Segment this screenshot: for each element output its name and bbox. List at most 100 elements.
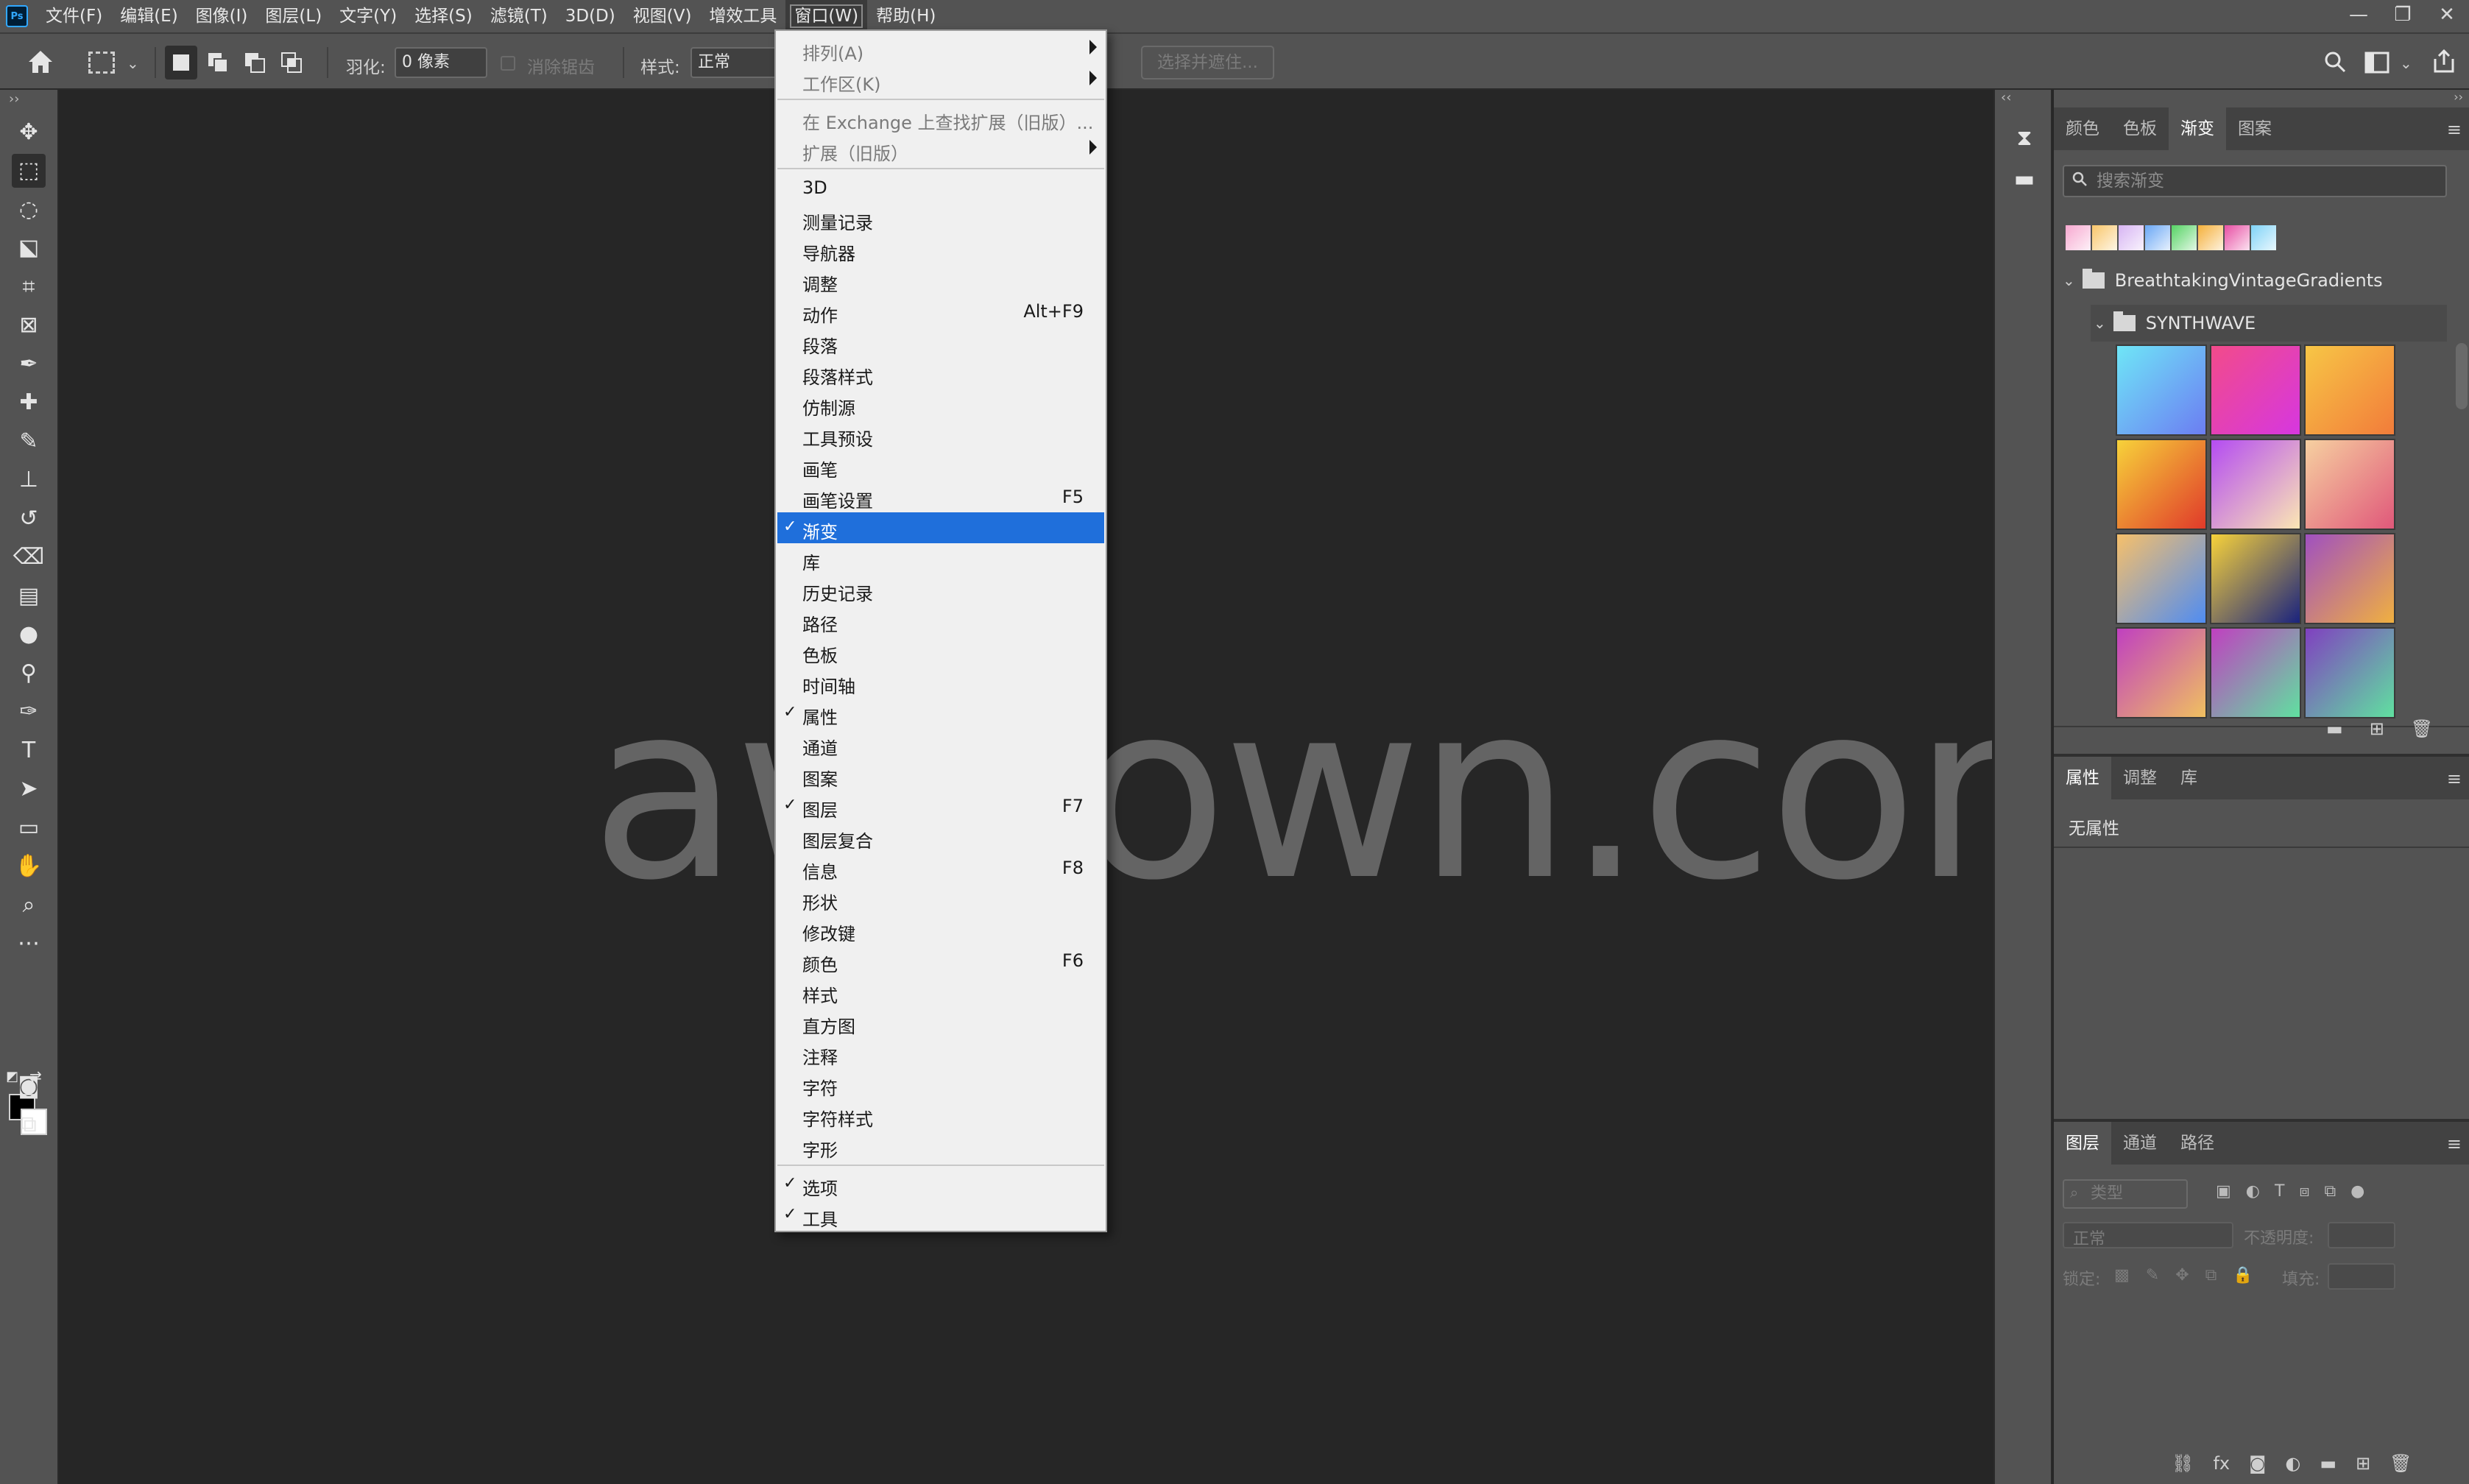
clone-stamp-tool-icon[interactable]: ⊥ [12,463,46,497]
menu-5[interactable]: 选择(S) [406,0,481,32]
window-menu-item[interactable]: 导航器 [777,234,1104,265]
history-panel-icon[interactable]: ⧗ [2010,125,2039,155]
window-menu-item[interactable]: 历史记录 [777,574,1104,605]
gradient-preset[interactable] [2304,439,2395,530]
expand-icon[interactable]: ‹‹ [2001,90,2011,105]
window-menu-item[interactable]: 形状 [777,883,1104,914]
menu-3[interactable]: 图层(L) [256,0,331,32]
scrollbar[interactable] [2456,343,2468,409]
gradient-search-input[interactable]: 搜索渐变 [2063,165,2447,197]
window-menu-item[interactable]: 调整 [777,265,1104,296]
recent-gradient-swatch[interactable] [2251,225,2276,250]
mores-tool-icon[interactable]: ⋯ [12,927,46,961]
window-menu-item[interactable]: 通道 [777,729,1104,760]
window-menu-item[interactable]: 动作 Alt+F9 [777,296,1104,327]
delete-icon[interactable]: 🗑 [2389,1453,2412,1474]
quick-mask-icon[interactable]: ◙ [12,1069,46,1103]
blend-mode-select[interactable]: 正常 [2063,1222,2233,1248]
window-menu-item[interactable]: ✓ 属性 [777,698,1104,729]
chevron-down-icon[interactable]: ⌄ [127,54,139,72]
window-menu-item[interactable]: 路径 [777,605,1104,636]
panel-menu-icon[interactable]: ≡ [2447,1134,2462,1154]
intersect-selection-button[interactable] [275,46,308,80]
panel-menu-icon[interactable]: ≡ [2447,119,2462,140]
share-icon[interactable] [2432,49,2456,74]
new-layer-icon[interactable]: ⊞ [2356,1453,2370,1474]
recent-gradient-swatch[interactable] [2198,225,2223,250]
fill-input[interactable] [2328,1263,2395,1290]
recent-gradient-swatch[interactable] [2092,225,2117,250]
home-icon[interactable] [27,49,54,75]
gradient-preset[interactable] [2210,533,2301,624]
window-menu-item[interactable]: 3D [777,172,1104,203]
move-tool-icon[interactable]: ✥ [12,115,46,149]
window-menu-item[interactable]: 在 Exchange 上查找扩展（旧版）... [777,103,1104,134]
window-menu-item[interactable]: 工具预设 [777,420,1104,451]
zoom-tool-icon[interactable]: ⌕ [12,888,46,922]
minimize-button[interactable]: — [2336,0,2381,32]
menu-1[interactable]: 编辑(E) [111,0,186,32]
recent-gradient-swatch[interactable] [2145,225,2170,250]
window-menu-item[interactable]: 字符 [777,1069,1104,1100]
pixel-filter-icon[interactable]: ▣ [2216,1182,2231,1201]
window-menu-item[interactable]: ✓ 图层 F7 [777,791,1104,822]
new-selection-button[interactable] [165,46,197,80]
new-group-icon[interactable]: ▬ [2326,718,2343,739]
gradient-group-synthwave[interactable]: ⌄ SYNTHWAVE [2091,305,2447,342]
window-menu-item[interactable]: 仿制源 [777,389,1104,420]
window-menu-item[interactable]: 测量记录 [777,203,1104,234]
delete-icon[interactable]: 🗑 [2411,718,2433,739]
restore-button[interactable]: ❐ [2381,0,2425,32]
window-menu-item[interactable]: 扩展（旧版） [777,134,1104,165]
rectangle-tool-icon[interactable]: ▭ [12,810,46,844]
window-menu-item[interactable]: 时间轴 [777,667,1104,698]
eraser-tool-icon[interactable]: ⌫ [12,540,46,574]
link-layers-icon[interactable]: ⛓ [2172,1453,2194,1474]
recent-gradient-swatch[interactable] [2172,225,2197,250]
marquee-preset-icon[interactable] [88,52,115,74]
lock-artboard-icon[interactable]: ⧉ [2205,1266,2217,1285]
object-selection-tool-icon[interactable]: ⬕ [12,231,46,265]
lock-position-icon[interactable]: ✥ [2175,1266,2189,1285]
hand-tool-icon[interactable]: ✋ [12,849,46,883]
menu-7[interactable]: 3D(D) [557,0,624,32]
select-and-mask-button[interactable]: 选择并遮住... [1141,46,1274,80]
window-menu-item[interactable]: ✓ 选项 [777,1169,1104,1200]
chevron-down-icon[interactable]: ⌄ [2400,54,2412,72]
collapse-icon[interactable]: ›› [9,91,19,107]
collapse-panels-icon[interactable]: ›› [2454,90,2463,104]
menu-4[interactable]: 文字(Y) [331,0,406,32]
pen-tool-icon[interactable]: ✑ [12,695,46,729]
window-menu-item[interactable]: 样式 [777,976,1104,1007]
window-menu-item[interactable]: 画笔 [777,451,1104,481]
history-brush-tool-icon[interactable]: ↺ [12,501,46,535]
window-menu-item[interactable]: ✓ 渐变 [777,512,1104,543]
type-tool-icon[interactable]: T [12,733,46,767]
lock-pixels-icon[interactable]: ✎ [2146,1266,2159,1285]
gradient-preset[interactable] [2116,627,2207,718]
menu-9[interactable]: 增效工具 [700,0,785,32]
window-menu-item[interactable]: 字符样式 [777,1100,1104,1131]
type-filter-icon[interactable]: T [2275,1182,2284,1201]
window-menu-item[interactable]: 段落样式 [777,358,1104,389]
gradient-preset[interactable] [2210,439,2301,530]
tab-3[interactable]: 图案 [2226,107,2283,150]
window-menu-item[interactable]: 图层复合 [777,822,1104,852]
recent-gradient-swatch[interactable] [2066,225,2091,250]
smart-object-filter-icon[interactable]: ⧉ [2324,1182,2336,1201]
tab-2[interactable]: 路径 [2169,1122,2226,1165]
window-menu-item[interactable]: 信息 F8 [777,852,1104,883]
panel-menu-icon[interactable]: ≡ [2447,768,2462,789]
subtract-from-selection-button[interactable] [239,46,271,80]
gradient-group-root[interactable]: ⌄ BreathtakingVintageGradients [2063,262,2383,299]
adjustment-filter-icon[interactable]: ◐ [2246,1182,2260,1201]
frame-tool-icon[interactable]: ⊠ [12,308,46,342]
window-menu-item[interactable]: 段落 [777,327,1104,358]
menu-2[interactable]: 图像(I) [187,0,257,32]
blur-tool-icon[interactable]: ● [12,618,46,651]
window-menu-item[interactable]: 颜色 F6 [777,945,1104,976]
filter-toggle-icon[interactable]: ● [2350,1182,2364,1201]
window-menu-item[interactable]: 画笔设置 F5 [777,481,1104,512]
shape-filter-icon[interactable]: ⧈ [2299,1182,2309,1201]
adjustment-layer-icon[interactable]: ◐ [2285,1453,2300,1474]
